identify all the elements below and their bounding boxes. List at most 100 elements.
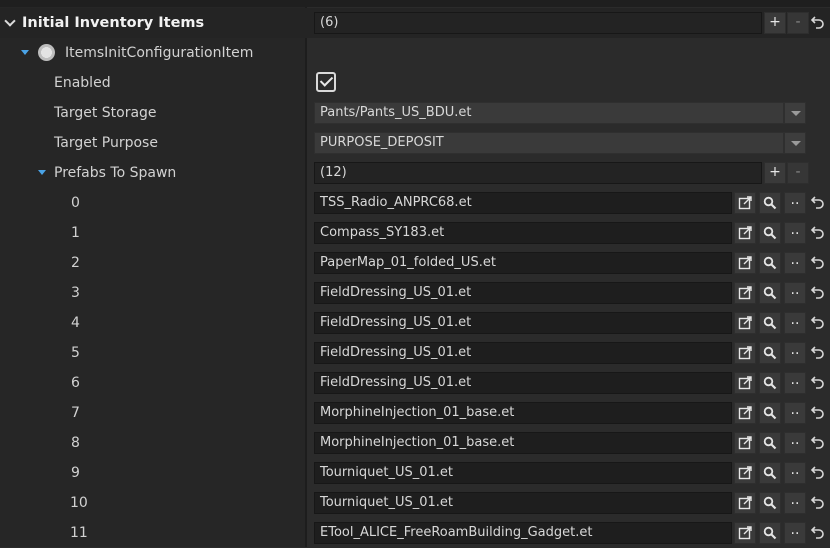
prefab-row: 6 FieldDressing_US_01.et.. bbox=[0, 368, 830, 398]
target-purpose-label: Target Purpose bbox=[54, 135, 158, 151]
browse-button[interactable]: .. bbox=[784, 342, 806, 364]
search-icon[interactable] bbox=[759, 282, 781, 304]
browse-button[interactable]: .. bbox=[784, 192, 806, 214]
prefab-row: 3 FieldDressing_US_01.et.. bbox=[0, 278, 830, 308]
undo-icon[interactable] bbox=[810, 314, 826, 330]
search-icon[interactable] bbox=[759, 492, 781, 514]
search-icon[interactable] bbox=[759, 342, 781, 364]
open-external-icon[interactable] bbox=[734, 312, 756, 334]
browse-button[interactable]: .. bbox=[784, 522, 806, 544]
prefab-path-field[interactable]: FieldDressing_US_01.et bbox=[314, 372, 732, 394]
search-icon[interactable] bbox=[759, 222, 781, 244]
prefabs-row: Prefabs To Spawn (12) + - bbox=[0, 158, 830, 188]
open-external-icon[interactable] bbox=[734, 342, 756, 364]
search-icon[interactable] bbox=[759, 192, 781, 214]
search-icon[interactable] bbox=[759, 522, 781, 544]
search-icon[interactable] bbox=[759, 402, 781, 424]
prefab-path-field[interactable]: Tourniquet_US_01.et bbox=[314, 462, 732, 484]
prefab-index: 2 bbox=[71, 255, 80, 271]
prefab-index: 6 bbox=[71, 375, 80, 391]
prefab-path-field[interactable]: FieldDressing_US_01.et bbox=[314, 342, 732, 364]
prefab-index: 7 bbox=[71, 405, 80, 421]
expand-arrow-icon[interactable] bbox=[21, 50, 29, 55]
browse-button[interactable]: .. bbox=[784, 372, 806, 394]
root-array-label: Initial Inventory Items bbox=[22, 15, 205, 31]
undo-icon[interactable] bbox=[810, 224, 826, 240]
chevron-down-icon[interactable] bbox=[4, 15, 16, 27]
prefab-path-field[interactable]: Compass_SY183.et bbox=[314, 222, 732, 244]
config-item-label: ItemsInitConfigurationItem bbox=[65, 45, 254, 61]
prefab-row: 9 Tourniquet_US_01.et.. bbox=[0, 458, 830, 488]
undo-icon[interactable] bbox=[810, 374, 826, 390]
top-border bbox=[0, 0, 830, 7]
target-storage-select[interactable]: Pants/Pants_US_BDU.et bbox=[314, 102, 784, 124]
open-external-icon[interactable] bbox=[734, 432, 756, 454]
browse-button[interactable]: .. bbox=[784, 312, 806, 334]
prefab-row: 7 MorphineInjection_01_base.et.. bbox=[0, 398, 830, 428]
prefab-index: 8 bbox=[71, 435, 80, 451]
add-prefab-button[interactable]: + bbox=[764, 162, 786, 184]
search-icon[interactable] bbox=[759, 372, 781, 394]
prefab-path-field[interactable]: MorphineInjection_01_base.et bbox=[314, 402, 732, 424]
open-external-icon[interactable] bbox=[734, 372, 756, 394]
target-purpose-select[interactable]: PURPOSE_DEPOSIT bbox=[314, 132, 784, 154]
enabled-row: Enabled bbox=[0, 68, 830, 98]
undo-icon[interactable] bbox=[810, 14, 826, 30]
prefab-path-field[interactable]: FieldDressing_US_01.et bbox=[314, 282, 732, 304]
undo-icon[interactable] bbox=[810, 494, 826, 510]
chevron-down-icon[interactable] bbox=[784, 102, 806, 124]
prefabs-count: (12) bbox=[314, 162, 762, 184]
undo-icon[interactable] bbox=[810, 404, 826, 420]
enabled-checkbox[interactable] bbox=[316, 72, 336, 92]
browse-button[interactable]: .. bbox=[784, 252, 806, 274]
browse-button[interactable]: .. bbox=[784, 462, 806, 484]
prefab-row: 8 MorphineInjection_01_base.et.. bbox=[0, 428, 830, 458]
prefab-path-field[interactable]: TSS_Radio_ANPRC68.et bbox=[314, 192, 732, 214]
search-icon[interactable] bbox=[759, 432, 781, 454]
add-item-button[interactable]: + bbox=[764, 12, 786, 34]
undo-icon[interactable] bbox=[810, 194, 826, 210]
prefab-index: 10 bbox=[70, 495, 88, 511]
undo-icon[interactable] bbox=[810, 464, 826, 480]
expand-arrow-icon[interactable] bbox=[38, 170, 46, 175]
open-external-icon[interactable] bbox=[734, 282, 756, 304]
prefab-index: 5 bbox=[71, 345, 80, 361]
search-icon[interactable] bbox=[759, 252, 781, 274]
enabled-label: Enabled bbox=[54, 75, 111, 91]
remove-item-button[interactable]: - bbox=[787, 12, 809, 34]
open-external-icon[interactable] bbox=[734, 192, 756, 214]
prefab-path-field[interactable]: Tourniquet_US_01.et bbox=[314, 492, 732, 514]
prefab-index: 9 bbox=[71, 465, 80, 481]
undo-icon[interactable] bbox=[810, 524, 826, 540]
browse-button[interactable]: .. bbox=[784, 222, 806, 244]
chevron-down-icon[interactable] bbox=[784, 132, 806, 154]
undo-icon[interactable] bbox=[810, 434, 826, 450]
browse-button[interactable]: .. bbox=[784, 492, 806, 514]
search-icon[interactable] bbox=[759, 312, 781, 334]
open-external-icon[interactable] bbox=[734, 222, 756, 244]
open-external-icon[interactable] bbox=[734, 522, 756, 544]
search-icon[interactable] bbox=[759, 462, 781, 484]
browse-button[interactable]: .. bbox=[784, 282, 806, 304]
prefabs-label: Prefabs To Spawn bbox=[54, 165, 177, 181]
undo-icon[interactable] bbox=[810, 284, 826, 300]
prefab-index: 11 bbox=[70, 525, 88, 541]
browse-button[interactable]: .. bbox=[784, 432, 806, 454]
prefab-path-field[interactable]: PaperMap_01_folded_US.et bbox=[314, 252, 732, 274]
browse-button[interactable]: .. bbox=[784, 402, 806, 424]
open-external-icon[interactable] bbox=[734, 402, 756, 424]
prefab-path-field[interactable]: MorphineInjection_01_base.et bbox=[314, 432, 732, 454]
config-item-row: ItemsInitConfigurationItem bbox=[0, 38, 830, 68]
root-array-count: (6) bbox=[314, 12, 762, 34]
remove-prefab-button[interactable]: - bbox=[787, 162, 809, 184]
undo-icon[interactable] bbox=[810, 254, 826, 270]
prefab-index: 0 bbox=[71, 195, 80, 211]
open-external-icon[interactable] bbox=[734, 462, 756, 484]
undo-icon[interactable] bbox=[810, 344, 826, 360]
prefab-path-field[interactable]: ETool_ALICE_FreeRoamBuilding_Gadget.et bbox=[314, 522, 732, 544]
open-external-icon[interactable] bbox=[734, 492, 756, 514]
prefab-path-field[interactable]: FieldDressing_US_01.et bbox=[314, 312, 732, 334]
root-array-row: Initial Inventory Items (6) + - bbox=[0, 8, 830, 38]
open-external-icon[interactable] bbox=[734, 252, 756, 274]
prefab-row: 10 Tourniquet_US_01.et.. bbox=[0, 488, 830, 518]
